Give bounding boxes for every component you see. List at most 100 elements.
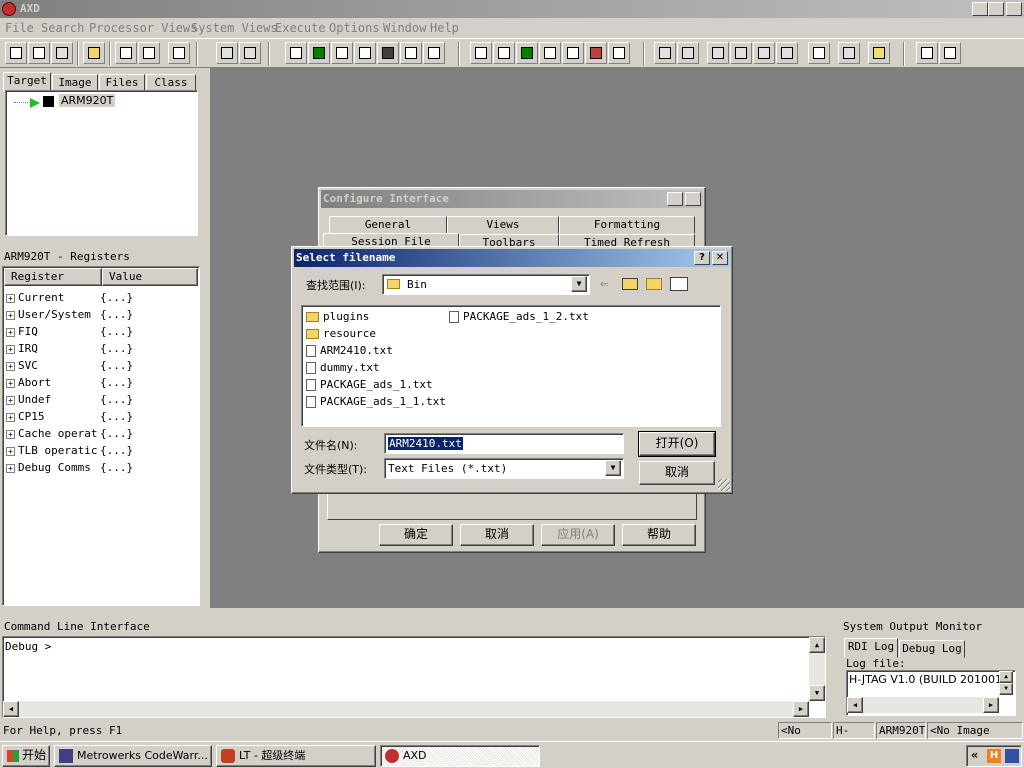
start-button[interactable]: 开始: [2, 745, 50, 767]
tool-step-out-button[interactable]: [753, 42, 775, 64]
tool-open-folder-button[interactable]: [83, 42, 105, 64]
tray-icon[interactable]: [1005, 749, 1019, 763]
expand-icon[interactable]: +: [6, 293, 15, 303]
list-item[interactable]: plugins: [306, 308, 446, 325]
menu-system-views[interactable]: System Views: [191, 21, 278, 35]
tool-binoculars-button[interactable]: [239, 42, 261, 64]
tool-step-button[interactable]: [730, 42, 752, 64]
taskbar-item-axd[interactable]: AXD: [380, 745, 540, 767]
tool-view7-button[interactable]: [608, 42, 630, 64]
minimize-button[interactable]: _: [972, 2, 988, 16]
scroll-up-icon[interactable]: ▲: [999, 671, 1013, 683]
filename-input[interactable]: ARM2410.txt: [384, 433, 624, 454]
scroll-left-icon[interactable]: ◀: [3, 701, 19, 717]
close-button[interactable]: ✕: [1006, 2, 1022, 16]
table-row[interactable]: + TLB operatic {...}: [6, 442, 198, 459]
list-item[interactable]: ARM2410.txt: [306, 342, 446, 359]
som-log-box[interactable]: H-JTAG V1.0 (BUILD 2010012 ▲ ▼ ◀ ▶: [846, 670, 1016, 716]
tool-load-image-button[interactable]: [5, 42, 27, 64]
tab-views[interactable]: Views: [447, 216, 559, 234]
view-menu-icon[interactable]: [670, 277, 688, 291]
expand-icon[interactable]: +: [6, 463, 15, 473]
expand-icon[interactable]: +: [6, 361, 15, 371]
tool-backtrace-button[interactable]: [354, 42, 376, 64]
expand-icon[interactable]: +: [6, 327, 15, 337]
expand-icon[interactable]: +: [6, 310, 15, 320]
tool-run-to-button[interactable]: [776, 42, 798, 64]
table-row[interactable]: + Debug Comms {...}: [6, 459, 198, 476]
tool-stop-button[interactable]: [677, 42, 699, 64]
tool-zoom-button[interactable]: [423, 42, 445, 64]
tool-disassembly-button[interactable]: [400, 42, 422, 64]
tray-chevron-icon[interactable]: «: [971, 748, 978, 762]
tool-view2-button[interactable]: [493, 42, 515, 64]
table-row[interactable]: + Undef {...}: [6, 391, 198, 408]
som-hscrollbar[interactable]: ◀ ▶: [847, 697, 999, 713]
hourglass-icon[interactable]: [868, 42, 890, 64]
table-row[interactable]: + Current {...}: [6, 289, 198, 306]
hjtag-tray-icon[interactable]: H: [987, 749, 1001, 763]
tab-target[interactable]: Target: [3, 72, 51, 92]
menu-processor-views[interactable]: Processor Views: [89, 21, 197, 35]
configure-ok-button[interactable]: 确定: [379, 524, 453, 546]
scroll-right-icon[interactable]: ▶: [793, 701, 809, 717]
help-button[interactable]: [916, 42, 938, 64]
tool-properties-button[interactable]: [168, 42, 190, 64]
list-item[interactable]: PACKAGE_ads_1_1.txt: [306, 393, 446, 410]
cli-vscrollbar[interactable]: ▲ ▼: [809, 637, 825, 701]
menu-help[interactable]: Help: [430, 21, 459, 35]
tool-watchpoint-button[interactable]: [838, 42, 860, 64]
menu-window[interactable]: Window: [383, 21, 426, 35]
chevron-down-icon[interactable]: ▼: [571, 276, 587, 292]
tool-step-in-button[interactable]: [707, 42, 729, 64]
tool-memory-button[interactable]: [377, 42, 399, 64]
tool-breakpoint-button[interactable]: [808, 42, 830, 64]
tool-save-button[interactable]: [51, 42, 73, 64]
select-cancel-button[interactable]: 取消: [639, 461, 715, 485]
restore-button[interactable]: ▫: [988, 2, 1004, 16]
scroll-right-icon[interactable]: ▶: [983, 697, 999, 713]
tool-view4-button[interactable]: [539, 42, 561, 64]
select-close-button[interactable]: ✕: [712, 251, 728, 265]
configure-apply-button[interactable]: 应用(A): [541, 524, 615, 546]
new-folder-icon[interactable]: [646, 278, 662, 290]
configure-cancel-button[interactable]: 取消: [460, 524, 534, 546]
tool-watch-button[interactable]: [308, 42, 330, 64]
configure-help-text-button[interactable]: 帮助: [622, 524, 696, 546]
configure-help-button[interactable]: ?: [667, 192, 683, 206]
open-button[interactable]: 打开(O): [638, 431, 716, 457]
table-row[interactable]: + IRQ {...}: [6, 340, 198, 357]
tool-find-button[interactable]: [216, 42, 238, 64]
configure-close-button[interactable]: ✕: [685, 192, 701, 206]
scroll-up-icon[interactable]: ▲: [809, 637, 825, 653]
table-row[interactable]: + CP15 {...}: [6, 408, 198, 425]
look-in-combo[interactable]: Bin ▼: [382, 274, 590, 295]
tab-rdi-log[interactable]: RDI Log: [844, 638, 898, 658]
col-value-header[interactable]: Value: [102, 268, 198, 286]
tab-general[interactable]: General: [329, 216, 447, 234]
table-row[interactable]: + Abort {...}: [6, 374, 198, 391]
expand-icon[interactable]: +: [6, 378, 15, 388]
tool-view3-button[interactable]: [516, 42, 538, 64]
table-row[interactable]: + Cache operat {...}: [6, 425, 198, 442]
table-row[interactable]: + FIQ {...}: [6, 323, 198, 340]
tool-view5-button[interactable]: [562, 42, 584, 64]
table-row[interactable]: + SVC {...}: [6, 357, 198, 374]
filetype-combo[interactable]: Text Files (*.txt) ▼: [384, 458, 624, 479]
tool-paste-button[interactable]: [138, 42, 160, 64]
tool-go-button[interactable]: [654, 42, 676, 64]
chevron-down-icon[interactable]: ▼: [605, 460, 621, 476]
scroll-left-icon[interactable]: ◀: [847, 697, 863, 713]
tab-debug-log[interactable]: Debug Log: [899, 640, 965, 658]
menu-search[interactable]: Search: [41, 21, 84, 35]
list-item[interactable]: PACKAGE_ads_1.txt: [306, 376, 446, 393]
list-item[interactable]: dummy.txt: [306, 359, 446, 376]
select-help-button[interactable]: ?: [694, 251, 710, 265]
taskbar-item-codewarrior[interactable]: Metrowerks CodeWarr...: [54, 745, 212, 767]
menu-options[interactable]: Options: [329, 21, 380, 35]
menu-file[interactable]: File: [5, 21, 34, 35]
scroll-down-icon[interactable]: ▼: [999, 683, 1013, 695]
expand-icon[interactable]: +: [6, 344, 15, 354]
col-register-header[interactable]: Register: [4, 268, 102, 286]
tree-item-arm920t[interactable]: ARM920T: [59, 94, 116, 107]
